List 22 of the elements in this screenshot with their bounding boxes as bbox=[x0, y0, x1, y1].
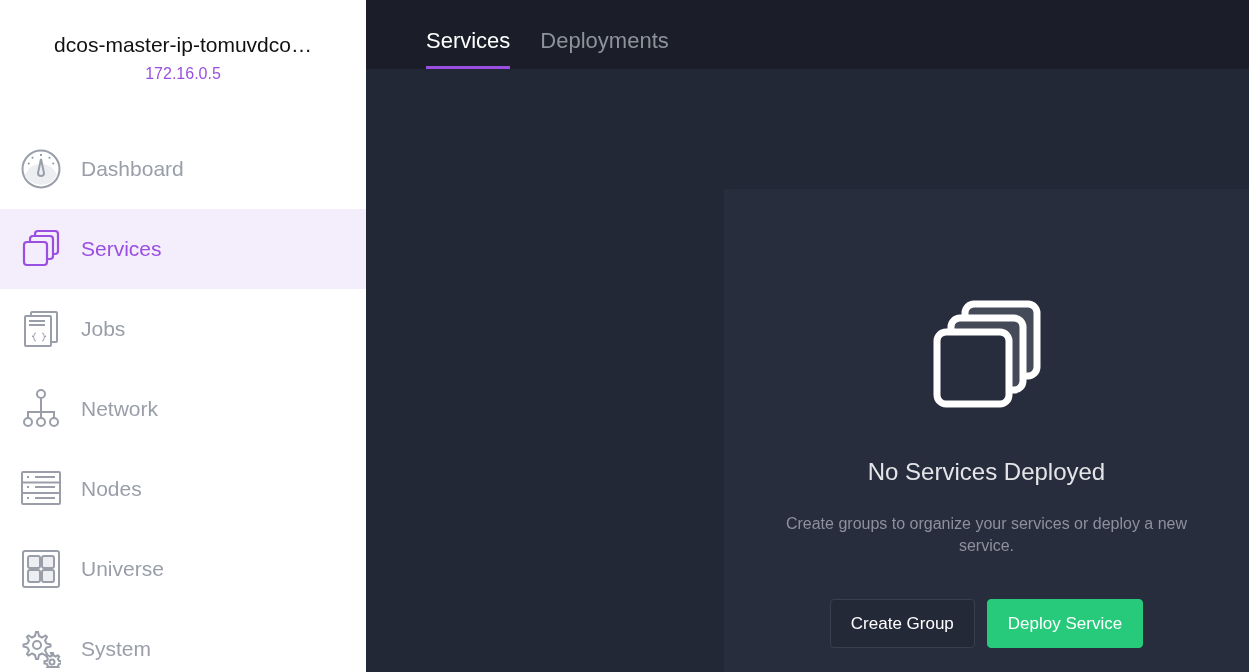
gauge-icon bbox=[21, 149, 61, 189]
stacked-squares-icon bbox=[932, 300, 1041, 408]
tab[interactable]: Deployments bbox=[540, 28, 669, 69]
document-icon bbox=[21, 309, 61, 349]
nav-item[interactable]: Nodes bbox=[0, 449, 366, 529]
nav-item[interactable]: Network bbox=[0, 369, 366, 449]
stacked-squares-icon bbox=[21, 229, 61, 269]
nav-item[interactable]: Dashboard bbox=[0, 129, 366, 209]
network-tree-icon bbox=[21, 389, 61, 429]
create-button[interactable]: Create Group bbox=[829, 599, 975, 648]
nav-item[interactable]: Universe bbox=[0, 529, 366, 609]
cluster-name: dcos-master-ip-tomuvdco… bbox=[54, 33, 312, 57]
cluster-ip: 172.16.0.5 bbox=[145, 65, 221, 83]
gears-icon bbox=[21, 629, 61, 669]
grid-icon bbox=[21, 549, 61, 589]
deploy-button[interactable]: Deploy Service bbox=[986, 599, 1144, 648]
tab[interactable]: Services bbox=[426, 28, 511, 69]
nav-item[interactable]: Services bbox=[0, 209, 366, 289]
empty-state-description: Create groups to organize your services or deploy a new service. bbox=[784, 514, 1189, 556]
nav-item[interactable]: System bbox=[0, 609, 366, 672]
nav-item[interactable]: Jobs bbox=[0, 289, 366, 369]
empty-state-title: No Services Deployed bbox=[867, 458, 1106, 486]
